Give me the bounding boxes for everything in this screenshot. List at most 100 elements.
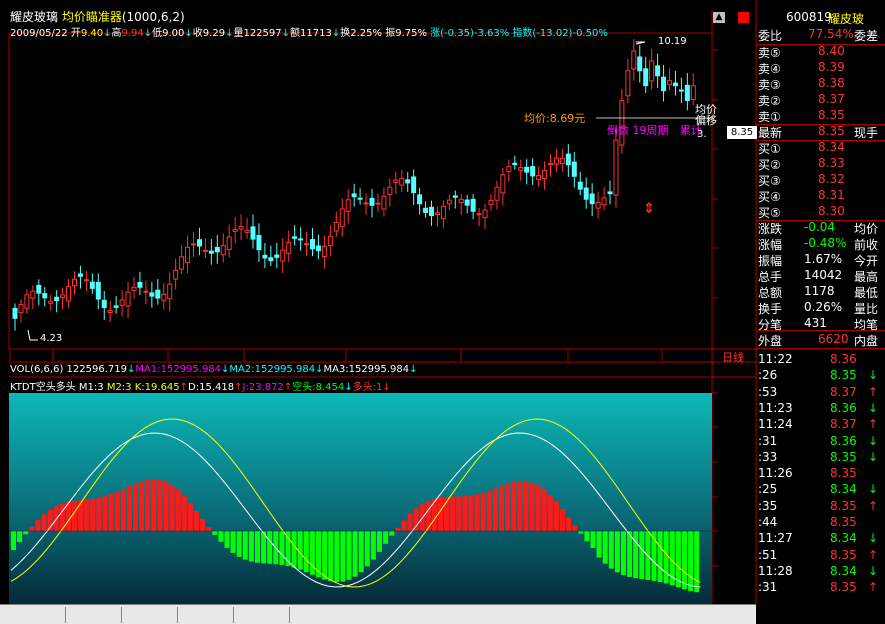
tick-time: :31 <box>758 580 778 595</box>
tick-price: 8.35 <box>830 547 857 562</box>
candle-body <box>143 290 149 293</box>
indicator-bar <box>377 531 382 552</box>
indicator-bar <box>383 531 389 544</box>
tick-row: :31 8.36 ↓ <box>756 434 885 450</box>
tick-row: 11:27 8.34 ↓ <box>756 531 885 547</box>
tab-boll[interactable] <box>66 607 122 623</box>
indicator-bar <box>96 497 102 531</box>
candle-body <box>399 177 405 186</box>
indicator-bar <box>438 497 443 531</box>
tick-row: :26 8.35 ↓ <box>756 368 885 384</box>
commission-ratio-row: 委比 77.54% 委差 <box>756 27 885 43</box>
indicator-pane[interactable] <box>9 393 712 604</box>
candle-body <box>375 202 381 205</box>
candle-body <box>351 193 357 198</box>
panel-separator <box>756 330 885 331</box>
chart-window[interactable]: 耀皮玻璃 均价瞄准器(1000,6,2) 2009/05/22 开9.40↓高9… <box>0 0 885 624</box>
indicator-bar <box>90 498 96 531</box>
close-icon[interactable] <box>738 12 749 23</box>
candle-body <box>649 60 655 82</box>
indicator-bar <box>334 531 340 583</box>
indicator-bar <box>523 481 529 531</box>
indicator-bar <box>230 531 236 553</box>
candle-body <box>107 310 113 313</box>
candle-body <box>24 294 30 309</box>
indicator-bar <box>364 531 370 567</box>
candle-body <box>434 212 440 215</box>
candle-body <box>643 68 649 87</box>
candle-body <box>393 179 399 183</box>
tick-arrow: ↓ <box>868 400 879 415</box>
candle-body <box>77 273 83 277</box>
price: 8.33 <box>818 156 845 170</box>
tab-ma[interactable] <box>10 607 66 623</box>
indicator-bar <box>505 483 511 531</box>
side-label-3: 3. <box>697 129 707 140</box>
tick-price: 8.36 <box>830 400 857 415</box>
candle-body <box>672 82 678 87</box>
tick-time: 11:26 <box>758 466 793 481</box>
buy-level-row: 买④ 8.31 <box>756 188 885 204</box>
candle-body <box>601 197 607 206</box>
candle-body <box>214 246 220 253</box>
tab-rsi[interactable] <box>178 607 234 623</box>
candle-body <box>381 195 387 210</box>
indicator-bar <box>621 531 626 576</box>
candle-body <box>625 70 631 97</box>
tab-dmi[interactable] <box>234 607 290 623</box>
candle-body <box>268 257 274 262</box>
period-label[interactable]: 日线 <box>722 349 744 365</box>
indicator-bar <box>694 531 700 593</box>
tick-price: 8.34 <box>830 482 857 497</box>
candle-body <box>589 193 595 205</box>
tick-price: 8.34 <box>830 563 857 578</box>
candle-body <box>423 207 429 213</box>
tick-row: :51 8.35 ↑ <box>756 548 885 564</box>
price: 8.38 <box>818 76 845 90</box>
candle-body <box>185 246 191 264</box>
min-price-label: 4.23 <box>40 333 63 344</box>
chart-canvas[interactable] <box>0 0 885 624</box>
indicator-bar <box>407 513 413 531</box>
sell-level-row: 卖① 8.35 <box>756 108 885 124</box>
candle-body <box>684 84 690 102</box>
price: 8.35 <box>818 108 845 122</box>
quote-panel: 600819 耀皮玻 委比 77.54% 委差 卖⑤ 8.40 卖④ 8.39 卖③ 8.38 卖② 8… <box>756 10 885 604</box>
latest-price-row: 最新 8.35 现手 <box>756 124 885 140</box>
candle-body <box>155 289 161 299</box>
tick-time: :35 <box>758 498 778 513</box>
tick-row: 11:23 8.36 ↓ <box>756 401 885 417</box>
candle-body <box>167 283 173 300</box>
label: 买② <box>758 158 781 172</box>
tick-row: :25 8.34 ↓ <box>756 482 885 498</box>
candle-body <box>387 186 393 195</box>
candle-body <box>417 194 423 205</box>
candle-body <box>42 293 48 299</box>
tick-row: :53 8.37 ↑ <box>756 385 885 401</box>
candle-body <box>512 162 518 166</box>
indicator-bar <box>35 520 41 531</box>
tick-time: 11:23 <box>758 400 793 415</box>
label: 总手 <box>758 270 783 284</box>
candle-body <box>542 169 548 180</box>
candle-body <box>298 238 304 241</box>
label: 换手 <box>758 302 783 316</box>
candle-body <box>256 235 262 251</box>
tick-price: 8.36 <box>830 352 857 366</box>
candle-body <box>238 226 244 230</box>
avg-price-label: 均价:8.69元 <box>524 112 586 125</box>
tick-time: 11:28 <box>758 563 793 578</box>
indicator-bar <box>425 501 431 531</box>
quote-info-line: 2009/05/22 开9.40↓高9.94↓低9.00↓收9.29↓量1225… <box>10 28 608 39</box>
indicator-bar <box>175 490 181 531</box>
scroll-up-icon[interactable]: ▲ <box>713 12 725 23</box>
panel-separator <box>756 348 885 349</box>
tab-macd[interactable] <box>122 607 178 623</box>
candle-body <box>553 157 559 165</box>
indicator-bar <box>309 531 315 575</box>
indicator-tabs <box>0 604 756 624</box>
tick-arrow: ↑ <box>868 498 879 513</box>
indicator-bar <box>29 526 35 531</box>
candle-body <box>411 176 417 194</box>
value: 1.67% <box>804 252 843 266</box>
